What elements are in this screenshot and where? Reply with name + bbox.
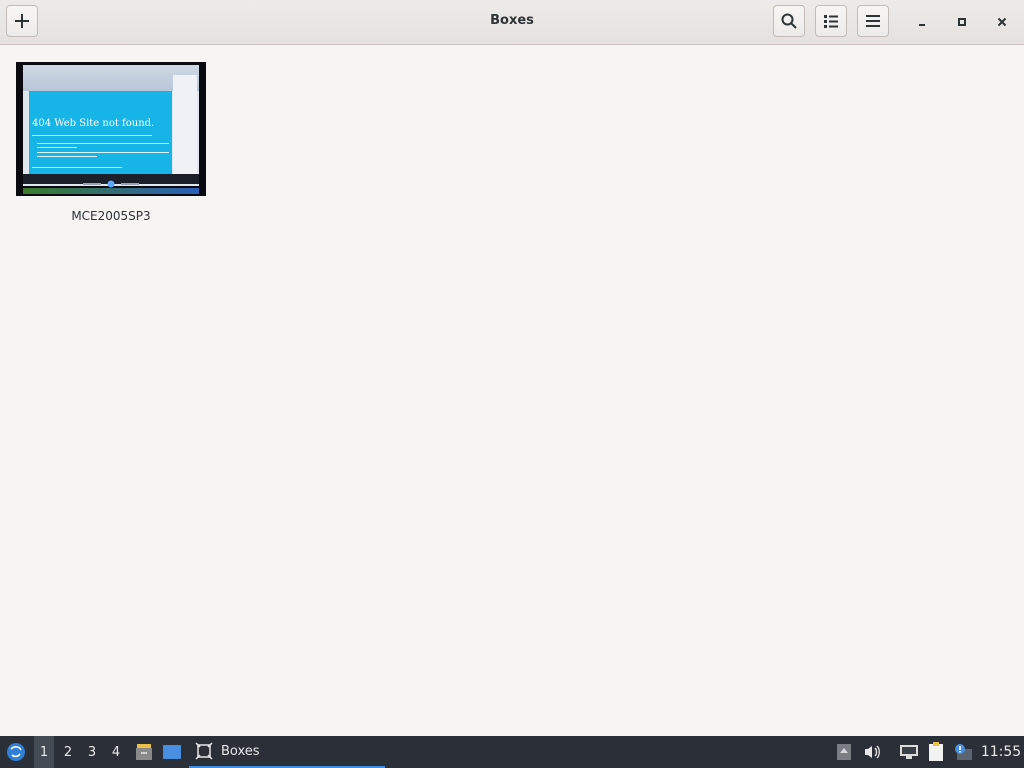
vm-error-text: 404 Web Site not found. [32, 118, 155, 129]
vm-text-line [32, 135, 152, 136]
vm-taskbar [23, 188, 199, 194]
tray-notifications[interactable] [952, 736, 974, 768]
main-menu-button[interactable] [857, 5, 889, 37]
view-mode-button[interactable] [815, 5, 847, 37]
clipboard-icon [929, 742, 943, 761]
notification-icon [955, 744, 972, 760]
desktop-launcher[interactable] [160, 736, 184, 768]
volume-icon [865, 745, 880, 759]
box-name-label: MCE2005SP3 [71, 209, 151, 223]
workspace-3[interactable]: 3 [82, 736, 102, 768]
file-manager-launcher[interactable] [132, 736, 156, 768]
clock[interactable]: 11:55 [980, 736, 1022, 768]
task-label: Boxes [221, 743, 260, 759]
workspace-1[interactable]: 1 [34, 736, 54, 768]
box-thumbnail[interactable]: 404 Web Site not found. [16, 62, 206, 196]
eject-icon [837, 744, 851, 760]
minimize-button[interactable] [910, 10, 934, 34]
vm-text-line [32, 167, 122, 168]
vm-text-line [37, 152, 169, 153]
tray-volume[interactable] [862, 736, 882, 768]
boxes-app-icon [195, 742, 213, 760]
hamburger-menu-icon [866, 15, 880, 27]
task-boxes[interactable]: Boxes [189, 736, 385, 768]
vm-text-line [37, 147, 77, 148]
vm-side-panel [173, 75, 197, 177]
system-taskbar: 1 2 3 4 Boxes 11:55 [0, 736, 1024, 768]
close-button[interactable] [990, 10, 1014, 34]
search-button[interactable] [773, 5, 805, 37]
search-icon [781, 13, 797, 29]
vm-error-page: 404 Web Site not found. [29, 91, 172, 175]
tray-network[interactable] [898, 736, 920, 768]
show-desktop-icon [163, 745, 181, 759]
app-menu-button[interactable] [3, 736, 29, 768]
workspace-2[interactable]: 2 [58, 736, 78, 768]
list-view-icon [824, 15, 838, 28]
tray-clipboard[interactable] [925, 736, 947, 768]
vm-media-controls [23, 174, 199, 188]
archive-icon [136, 744, 152, 760]
maximize-icon [958, 18, 966, 26]
vm-text-line [37, 143, 169, 144]
distro-logo-icon [7, 743, 25, 761]
close-icon [997, 17, 1007, 27]
minimize-icon [919, 24, 925, 26]
workspace-4[interactable]: 4 [106, 736, 126, 768]
boxes-window: Boxes 404 Web Site not found. MCE2005SP3 [0, 0, 1024, 736]
box-item[interactable]: 404 Web Site not found. MCE2005SP3 [16, 62, 206, 223]
tray-updates[interactable] [834, 736, 854, 768]
vm-text-line [37, 156, 97, 157]
vm-screen-preview: 404 Web Site not found. [23, 65, 199, 186]
maximize-button[interactable] [950, 10, 974, 34]
header-bar: Boxes [0, 0, 1024, 45]
network-wired-icon [900, 745, 918, 759]
boxes-collection-view: 404 Web Site not found. MCE2005SP3 [0, 45, 1024, 736]
